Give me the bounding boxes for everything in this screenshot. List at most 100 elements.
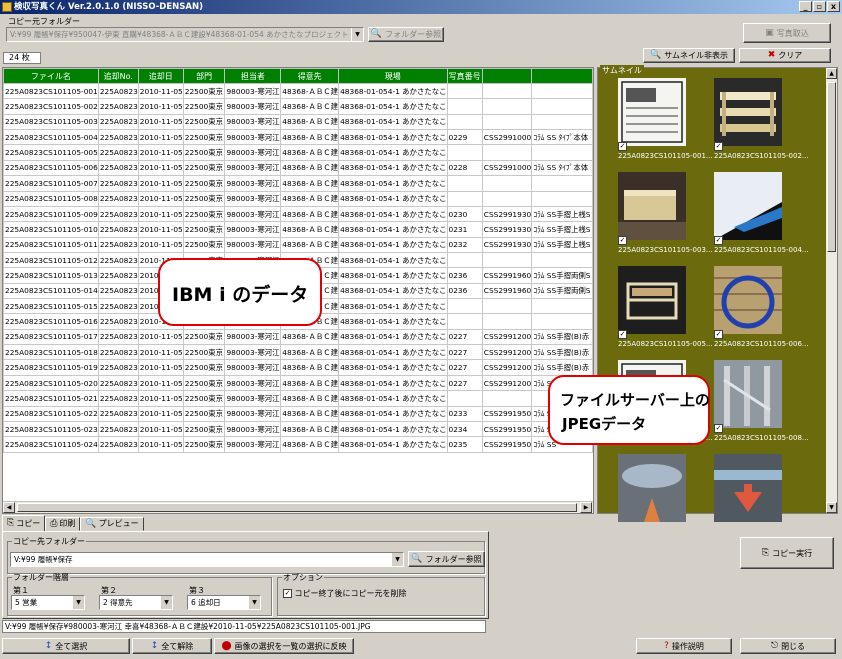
select-all-button[interactable]: ↕ 全て選択	[2, 638, 130, 654]
search-icon: 🔍	[370, 29, 383, 39]
reflect-selection-button[interactable]: ⬤ 画像の選択を一覧の選択に反映	[214, 638, 354, 654]
table-row[interactable]: 225A0823CS101105-011 225A0823 2010-11-05 22…	[3, 236, 593, 253]
thumbnail-checkbox[interactable]: ✓	[714, 142, 723, 151]
column-header[interactable]: 写真番号	[446, 68, 483, 84]
table-row[interactable]: 225A0823CS101105-004 225A0823 2010-11-05 22…	[3, 129, 593, 146]
close-button[interactable]: ⎋ 閉じる	[740, 638, 836, 654]
column-header[interactable]	[481, 68, 533, 84]
column-header[interactable]: 現場	[338, 68, 448, 84]
thumbnail-image[interactable]	[714, 454, 782, 522]
tab-print[interactable]: ⎙ 印刷	[45, 517, 81, 531]
tab-preview[interactable]: 🔍 プレビュー	[80, 517, 144, 531]
execute-copy-button[interactable]: ⎘ コピー実行	[740, 537, 834, 569]
vertical-scroll-thumb[interactable]	[827, 82, 836, 252]
table-row[interactable]: 225A0823CS101105-010 225A0823 2010-11-05 22…	[3, 221, 593, 238]
maximize-button[interactable]: ▫	[813, 1, 826, 12]
table-row[interactable]: 225A0823CS101105-006 225A0823 2010-11-05 22…	[3, 159, 593, 177]
tab-copy[interactable]: ⎘ コピー	[2, 515, 46, 531]
table-cell: CSS2991200	[481, 328, 533, 346]
execute-copy-label: コピー実行	[772, 548, 813, 558]
tab-bar: ⎘ コピー ⎙ 印刷 🔍 プレビュー	[2, 515, 144, 531]
close-window-button[interactable]: x	[827, 1, 840, 12]
scroll-down-icon[interactable]: ▼	[826, 502, 837, 513]
table-cell: 0229	[446, 129, 483, 146]
thumbnail-checkbox[interactable]: ✓	[714, 424, 723, 433]
table-row[interactable]: 225A0823CS101105-021 225A0823 2010-11-05 22…	[3, 390, 593, 407]
source-folder-browse-button[interactable]: 🔍 フォルダー参照	[368, 27, 444, 42]
thumbnail-checkbox[interactable]: ✓	[714, 330, 723, 339]
table-row[interactable]: 225A0823CS101105-005 225A0823 2010-11-05 22…	[3, 144, 593, 161]
table-cell: 22500東京	[182, 436, 226, 453]
scroll-left-icon[interactable]: ◀	[3, 502, 15, 513]
table-row[interactable]: 225A0823CS101105-009 225A0823 2010-11-05 22…	[3, 205, 593, 223]
thumbnail-item[interactable]: ✓ 225A0823CS101105-001...	[618, 78, 713, 162]
thumbnail-image[interactable]	[714, 78, 782, 146]
copy-source-combo[interactable]: V:¥99 履帳¥保存¥950047-伊東 直購¥48368-ＡＢＣ建設¥483…	[6, 27, 364, 42]
table-row[interactable]: 225A0823CS101105-003 225A0823 2010-11-05 22…	[3, 113, 593, 131]
thumbnail-item[interactable]: ✓ 225A0823CS101105-002...	[714, 78, 809, 162]
column-header[interactable]: 担当者	[224, 68, 282, 84]
table-cell	[481, 251, 533, 269]
column-header[interactable]: 追却日	[137, 68, 184, 84]
chevron-down-icon: ▼	[351, 28, 363, 41]
help-button[interactable]: ? 操作説明	[636, 638, 732, 654]
column-header[interactable]: ファイル名	[3, 68, 99, 84]
column-header[interactable]: 得意先	[280, 68, 340, 84]
thumbnail-image[interactable]	[618, 78, 686, 146]
thumbnail-image[interactable]	[618, 454, 686, 522]
thumbnail-checkbox[interactable]: ✓	[714, 236, 723, 245]
thumbnail-item[interactable]: ✓ 225A0823CS101105-003...	[618, 172, 713, 256]
hide-thumbnails-button[interactable]: 🔍 サムネイル非表示	[643, 48, 735, 63]
table-cell: 22500東京	[182, 129, 226, 146]
search-icon: 🔍	[411, 553, 423, 564]
copy-dest-combo[interactable]: V:¥99 履帳¥保存 ▼	[10, 552, 404, 567]
dest-folder-browse-button[interactable]: 🔍 フォルダー参照	[408, 551, 485, 567]
table-row[interactable]: 225A0823CS101105-023 225A0823 2010-11-05 22…	[3, 420, 593, 438]
minimize-button[interactable]: _	[799, 1, 812, 12]
table-cell: 0235	[446, 436, 483, 453]
table-row[interactable]: 225A0823CS101105-018 225A0823 2010-11-05 22…	[3, 344, 593, 361]
delete-after-copy-option[interactable]: ✓ コピー終了後にコピー元を削除	[283, 588, 407, 599]
thumbnail-image[interactable]	[618, 266, 686, 334]
table-row[interactable]: 225A0823CS101105-008 225A0823 2010-11-05 22…	[3, 190, 593, 207]
thumbnail-item[interactable]	[714, 454, 808, 538]
thumbnail-image[interactable]	[714, 360, 782, 428]
column-header[interactable]: 部門	[182, 68, 226, 84]
vertical-scrollbar[interactable]: ▲ ▼	[826, 68, 837, 513]
table-row[interactable]: 225A0823CS101105-007 225A0823 2010-11-05 22…	[3, 175, 593, 192]
scroll-right-icon[interactable]: ▶	[580, 502, 592, 513]
table-row[interactable]: 225A0823CS101105-024 225A0823 2010-11-05 22…	[3, 436, 593, 453]
clear-button[interactable]: ✖ クリア	[739, 48, 831, 63]
table-row[interactable]: 225A0823CS101105-001 225A0823 2010-11-05 22…	[3, 82, 593, 100]
scroll-up-icon[interactable]: ▲	[826, 68, 837, 79]
thumbnail-image[interactable]	[714, 266, 782, 334]
table-cell: CSS2991200	[481, 359, 533, 376]
level1-select[interactable]: 5 営業 ▼	[11, 595, 85, 610]
horizontal-scrollbar[interactable]: ◀ ▶	[3, 501, 593, 513]
thumbnail-checkbox[interactable]: ✓	[618, 236, 627, 245]
scroll-thumb[interactable]	[17, 503, 577, 512]
column-header[interactable]	[531, 68, 593, 84]
table-row[interactable]: 225A0823CS101105-002 225A0823 2010-11-05 22…	[3, 98, 593, 115]
thumbnail-image[interactable]	[618, 172, 686, 240]
thumbnail-item[interactable]: ✓ 225A0823CS101105-004...	[714, 172, 809, 256]
thumbnail-checkbox[interactable]: ✓	[618, 330, 627, 339]
thumbnail-item[interactable]	[618, 454, 712, 538]
thumbnail-item[interactable]: ✓ 225A0823CS101105-008...	[714, 360, 809, 444]
thumbnail-item[interactable]: ✓ 225A0823CS101105-005...	[618, 266, 713, 350]
table-row[interactable]: 225A0823CS101105-020 225A0823 2010-11-05 22…	[3, 374, 593, 392]
column-header[interactable]: 追却No.	[97, 68, 139, 84]
table-cell: 2010-11-05	[137, 82, 184, 100]
table-row[interactable]: 225A0823CS101105-019 225A0823 2010-11-05 22…	[3, 359, 593, 376]
thumbnail-item[interactable]: ✓ 225A0823CS101105-006...	[714, 266, 809, 350]
deselect-all-button[interactable]: ↕ 全て解除	[132, 638, 212, 654]
thumbnail-image[interactable]	[714, 172, 782, 240]
table-row[interactable]: 225A0823CS101105-017 225A0823 2010-11-05 22…	[3, 328, 593, 346]
thumbnail-panel[interactable]: サムネイル ✓ 225A0823CS101105-001... ✓ 225A0823C…	[597, 65, 838, 522]
delete-after-copy-checkbox[interactable]: ✓	[283, 589, 292, 598]
table-row[interactable]: 225A0823CS101105-022 225A0823 2010-11-05 22…	[3, 405, 593, 422]
level3-select[interactable]: 6 追却日 ▼	[187, 595, 261, 610]
photo-fetch-button[interactable]: ▣ 写真取込	[743, 23, 831, 43]
level2-select[interactable]: 2 得意先 ▼	[99, 595, 173, 610]
thumbnail-checkbox[interactable]: ✓	[618, 142, 627, 151]
